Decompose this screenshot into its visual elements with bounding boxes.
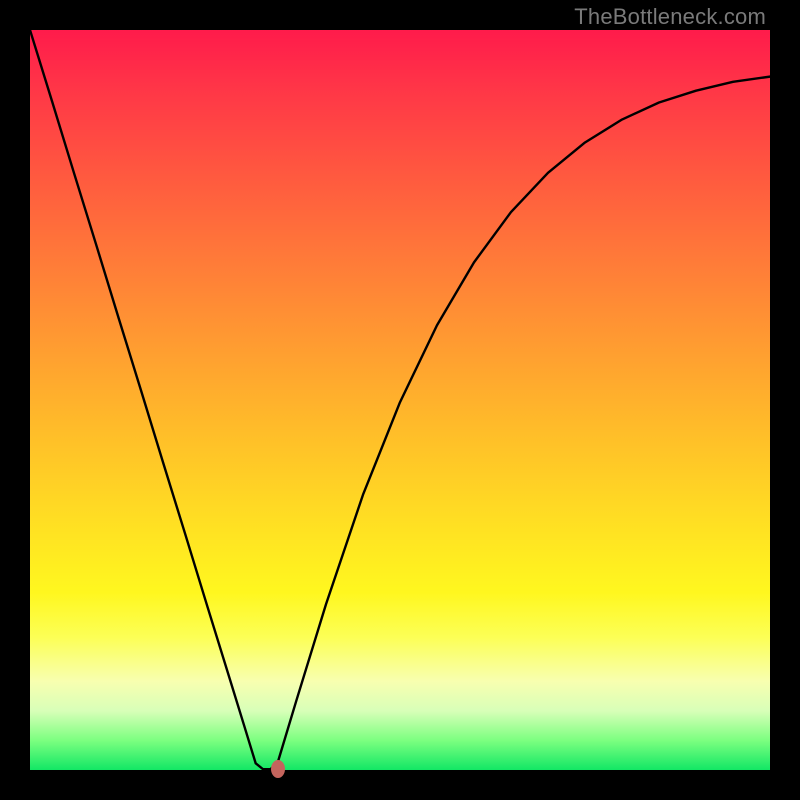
watermark-text: TheBottleneck.com bbox=[574, 4, 766, 30]
plot-area bbox=[30, 30, 770, 770]
bottleneck-curve bbox=[30, 30, 770, 770]
optimum-marker-dot bbox=[271, 760, 285, 778]
chart-frame: TheBottleneck.com bbox=[0, 0, 800, 800]
